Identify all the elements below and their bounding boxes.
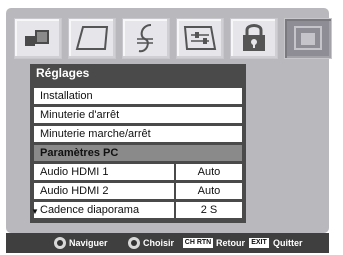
tv-menu-screen: Réglages Installation Minuterie d'arrêt … (0, 0, 343, 255)
settings-sliders-icon[interactable] (176, 18, 224, 59)
menu-title: Réglages (30, 64, 246, 83)
choose-hint: Choisir (143, 238, 175, 248)
settings-menu-list: Installation Minuterie d'arrêt Minuterie… (30, 83, 246, 223)
sound-icon[interactable] (68, 18, 116, 59)
menu-item-label: Cadence diaporama (40, 204, 140, 216)
menu-item-label: Paramètres PC (40, 147, 119, 159)
ch-rtn-key-icon: CH RTN (183, 238, 213, 248)
back-hint: Retour (216, 238, 245, 248)
scroll-down-arrow-icon: ▼ (31, 207, 39, 216)
menu-item-label: Minuterie marche/arrêt (40, 128, 151, 140)
menu-item-label: Audio HDMI 1 (40, 166, 109, 178)
select-dial-icon (128, 237, 140, 249)
menu-item-label: Installation (40, 90, 93, 102)
music-note-icon[interactable] (122, 18, 170, 59)
menu-item-value[interactable]: Auto (174, 183, 242, 199)
menu-item-label: Minuterie d'arrêt (40, 109, 120, 121)
setup-active-icon[interactable] (284, 18, 332, 59)
menu-item-value[interactable]: Auto (174, 164, 242, 180)
menu-item-installation[interactable]: Installation (34, 88, 242, 104)
menu-item-label: Audio HDMI 2 (40, 185, 109, 197)
menu-item-hdmi2-audio[interactable]: Audio HDMI 2 Auto (34, 183, 242, 199)
quit-hint: Quitter (273, 238, 303, 248)
menu-icon-bar (14, 18, 332, 62)
menu-item-on-off-timer[interactable]: Minuterie marche/arrêt (34, 126, 242, 142)
menu-item-slideshow-interval[interactable]: Cadence diaporama 2 S (34, 202, 242, 218)
navigate-hint: Naviguer (69, 238, 108, 248)
menu-item-sleep-timer[interactable]: Minuterie d'arrêt (34, 107, 242, 123)
lock-icon[interactable] (230, 18, 278, 59)
picture-icon[interactable] (14, 18, 62, 59)
menu-item-hdmi1-audio[interactable]: Audio HDMI 1 Auto (34, 164, 242, 180)
menu-item-pc-settings[interactable]: Paramètres PC (34, 145, 242, 161)
menu-item-value[interactable]: 2 S (174, 202, 242, 218)
navigate-dial-icon (54, 237, 66, 249)
help-bar: Naviguer Choisir CH RTN Retour EXIT Quit… (6, 233, 329, 253)
exit-key-icon: EXIT (249, 238, 269, 248)
